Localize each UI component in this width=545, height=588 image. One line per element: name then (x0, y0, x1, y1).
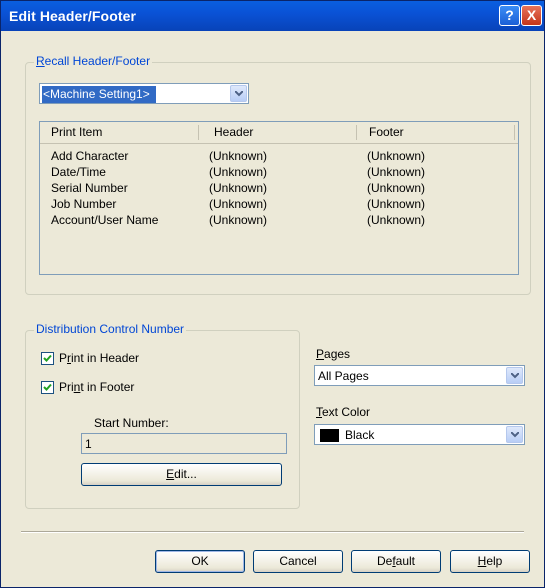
distribution-group-label: Distribution Control Number (34, 322, 187, 336)
ok-button[interactable]: OK (155, 550, 245, 573)
button-mnemonic: E (166, 467, 175, 481)
recall-group-label-rest: ecall Header/Footer (44, 54, 151, 68)
list-row[interactable]: Account/User Name (Unknown) (Unknown) (40, 213, 518, 229)
text-color-dropdown[interactable]: Black (314, 424, 525, 445)
row-footer: (Unknown) (367, 165, 426, 179)
label-part: int in Header (71, 351, 140, 365)
button-label: elp (486, 554, 503, 568)
row-header: (Unknown) (209, 165, 268, 179)
row-header: (Unknown) (209, 197, 268, 211)
recall-group-label-mnemonic: R (36, 54, 45, 68)
chevron-down-icon[interactable] (506, 426, 523, 443)
edit-button[interactable]: Edit... (81, 463, 282, 486)
row-header: (Unknown) (209, 181, 268, 195)
row-item: Serial Number (51, 181, 128, 195)
start-number-value: 1 (85, 437, 92, 451)
print-in-footer-checkbox[interactable] (41, 381, 54, 394)
pages-value: All Pages (318, 369, 369, 383)
recall-setting-value: <Machine Setting1> (42, 86, 156, 103)
label-mnemonic: P (316, 347, 325, 361)
row-header: (Unknown) (209, 149, 268, 163)
recall-group-label: Recall Header/Footer (34, 54, 153, 68)
row-header: (Unknown) (209, 213, 268, 227)
chevron-down-icon[interactable] (506, 367, 523, 384)
column-header[interactable]: Header (214, 125, 253, 139)
button-label: ault (395, 554, 416, 568)
label-part: ext Color (322, 405, 371, 419)
dialog-title: Edit Header/Footer (9, 8, 137, 24)
help-icon[interactable]: ? (499, 5, 520, 26)
edit-header-footer-dialog: Edit Header/Footer ? X Recall Header/Foo… (0, 0, 545, 588)
button-label: dit... (174, 467, 197, 481)
list-header: Print Item Header Footer (40, 122, 518, 144)
column-print-item[interactable]: Print Item (51, 125, 102, 139)
start-number-field: 1 (81, 433, 287, 454)
row-item: Account/User Name (51, 213, 159, 227)
cancel-button[interactable]: Cancel (253, 550, 343, 573)
row-item: Date/Time (51, 165, 106, 179)
list-row[interactable]: Date/Time (Unknown) (Unknown) (40, 165, 518, 181)
column-divider (356, 125, 357, 140)
chevron-down-icon[interactable] (230, 85, 247, 102)
pages-label: Pages (316, 347, 350, 361)
row-footer: (Unknown) (367, 197, 426, 211)
row-footer: (Unknown) (367, 213, 426, 227)
list-row[interactable]: Job Number (Unknown) (Unknown) (40, 197, 518, 213)
divider (21, 531, 524, 533)
row-item: Job Number (51, 197, 117, 211)
label-part: t in Footer (80, 380, 135, 394)
column-divider (198, 125, 199, 140)
start-number-label: Start Number: (94, 416, 169, 430)
column-divider (514, 125, 515, 140)
row-footer: (Unknown) (367, 149, 426, 163)
close-icon[interactable]: X (521, 5, 542, 26)
label-part: ages (324, 347, 351, 361)
column-footer[interactable]: Footer (369, 125, 404, 139)
title-bar[interactable]: Edit Header/Footer ? X (1, 1, 544, 31)
print-in-header-checkbox[interactable] (41, 352, 54, 365)
pages-dropdown[interactable]: All Pages (314, 365, 525, 386)
header-footer-list[interactable]: Print Item Header Footer Add Character (… (39, 121, 519, 275)
row-footer: (Unknown) (367, 181, 426, 195)
default-button[interactable]: Default (351, 550, 441, 573)
list-row[interactable]: Serial Number (Unknown) (Unknown) (40, 181, 518, 197)
print-in-footer-label[interactable]: Print in Footer (59, 380, 134, 394)
print-in-header-label[interactable]: Print in Header (59, 351, 139, 365)
list-row[interactable]: Add Character (Unknown) (Unknown) (40, 149, 518, 165)
text-color-value: Black (345, 428, 375, 442)
button-label: De (376, 554, 393, 568)
label-part: P (59, 351, 68, 365)
help-button[interactable]: Help (450, 550, 530, 573)
color-swatch (320, 429, 339, 442)
recall-setting-dropdown[interactable]: <Machine Setting1> (39, 83, 249, 104)
text-color-label: Text Color (316, 405, 370, 419)
label-part: Pri (59, 380, 74, 394)
row-item: Add Character (51, 149, 129, 163)
